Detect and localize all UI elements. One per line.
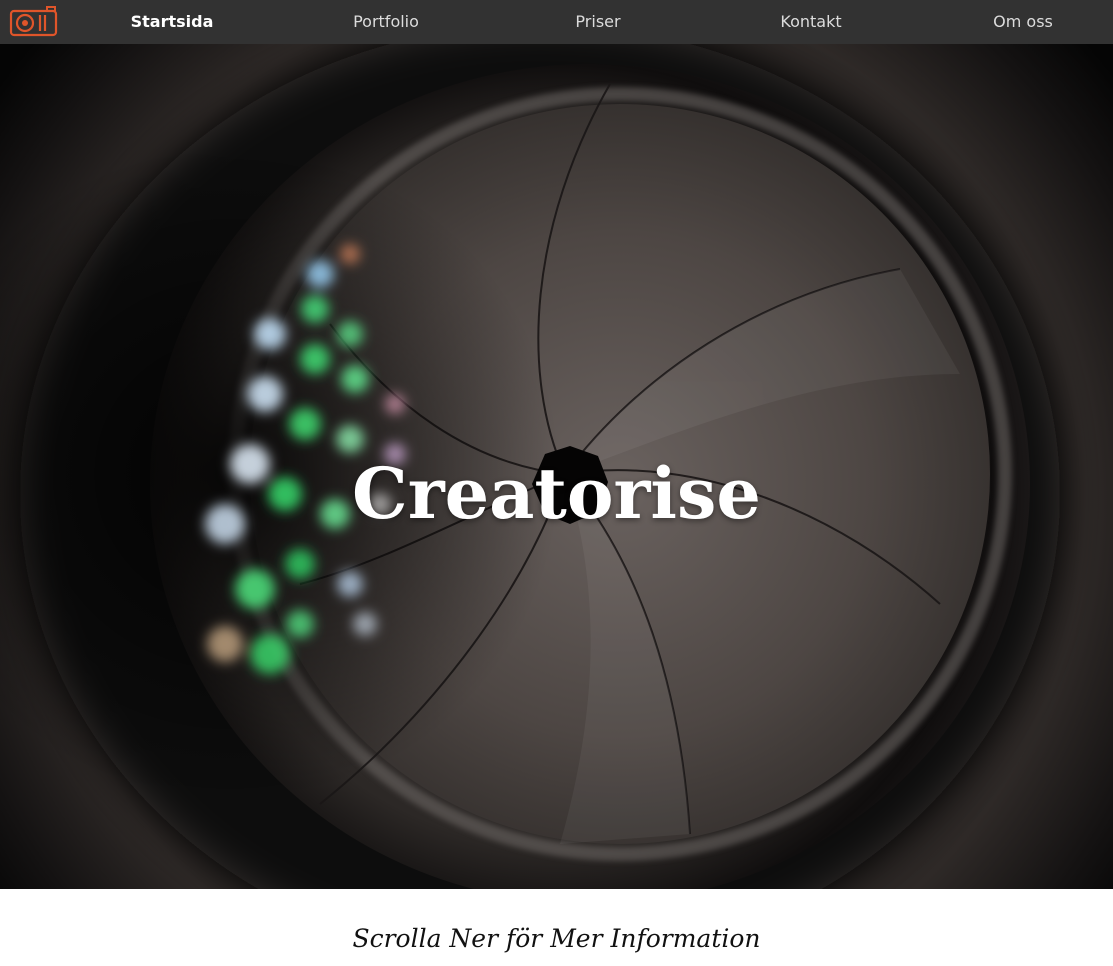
- nav-item-om-oss[interactable]: Om oss: [993, 0, 1053, 44]
- nav-item-kontakt[interactable]: Kontakt: [780, 0, 841, 44]
- nav-item-startsida[interactable]: Startsida: [131, 0, 214, 44]
- nav-item-portfolio[interactable]: Portfolio: [353, 0, 419, 44]
- hero-section: Creatorise: [0, 44, 1113, 889]
- camera-logo-icon[interactable]: [9, 6, 59, 38]
- main-navbar: Startsida Portfolio Priser Kontakt Om os…: [0, 0, 1113, 44]
- hero-title: Creatorise: [352, 452, 761, 535]
- nav-item-priser[interactable]: Priser: [575, 0, 620, 44]
- scroll-hint-text[interactable]: Scrolla Ner för Mer Information: [0, 924, 1113, 953]
- scroll-hint-section: Scrolla Ner för Mer Information: [0, 889, 1113, 966]
